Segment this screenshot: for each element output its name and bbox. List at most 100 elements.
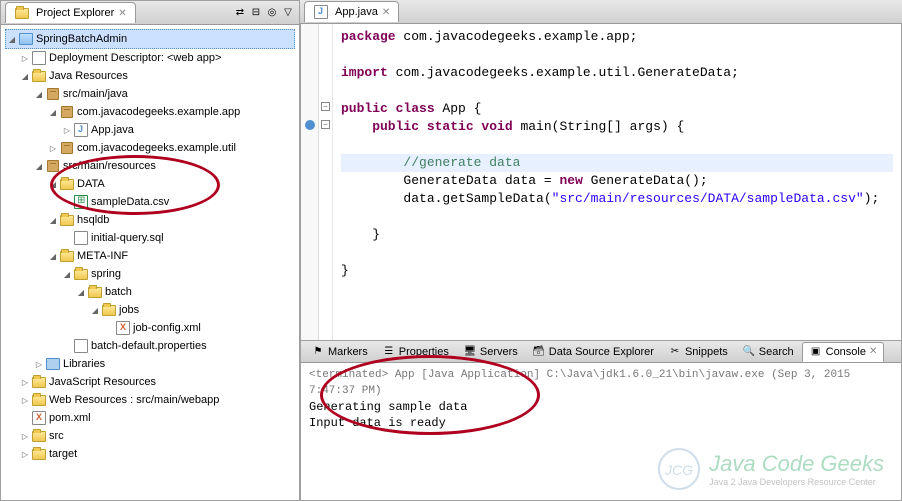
code-editor[interactable]: − − package com.javacodegeeks.example.ap… xyxy=(300,24,902,341)
descriptor-icon xyxy=(31,50,47,66)
tree-web-resources[interactable]: ▷Web Resources : src/main/webapp xyxy=(5,391,295,409)
folder-icon xyxy=(59,176,75,192)
tree-java-resources[interactable]: ◢Java Resources xyxy=(5,67,295,85)
expand-toggle-icon[interactable]: ◢ xyxy=(75,286,87,298)
tree-package-util[interactable]: ▷com.javacodegeeks.example.util xyxy=(5,139,295,157)
tab-search[interactable]: 🔍Search xyxy=(736,343,800,361)
xml-file-icon xyxy=(115,320,131,336)
expand-toggle-icon[interactable]: ◢ xyxy=(47,250,59,262)
console-output[interactable]: <terminated> App [Java Application] C:\J… xyxy=(301,363,901,500)
expand-toggle-icon[interactable]: ◢ xyxy=(33,88,45,100)
tree-js-resources[interactable]: ▷JavaScript Resources xyxy=(5,373,295,391)
expand-toggle-icon[interactable]: ▷ xyxy=(19,430,31,442)
folder-icon xyxy=(59,212,75,228)
tab-console[interactable]: ▣Console ✕ xyxy=(802,342,885,362)
tree-folder-batch[interactable]: ◢batch xyxy=(5,283,295,301)
explorer-tab-bar: Project Explorer ✕ ⇄ ⊟ ◎ ▽ xyxy=(1,1,299,25)
source-folder-icon xyxy=(45,86,61,102)
tree-src-main-resources[interactable]: ◢src/main/resources xyxy=(5,157,295,175)
close-icon[interactable]: ✕ xyxy=(382,7,390,18)
properties-icon: ☰ xyxy=(382,345,396,359)
focus-icon[interactable]: ◎ xyxy=(265,6,279,20)
fold-toggle-icon[interactable]: − xyxy=(321,102,330,111)
tree-file-batch-default[interactable]: batch-default.properties xyxy=(5,337,295,355)
tree-project-root[interactable]: ◢SpringBatchAdmin xyxy=(5,29,295,49)
editor-gutter xyxy=(301,24,319,340)
fold-toggle-icon[interactable]: − xyxy=(321,120,330,129)
tab-markers[interactable]: ⚑Markers xyxy=(305,343,374,361)
tree-file-pom[interactable]: pom.xml xyxy=(5,409,295,427)
expand-toggle-icon[interactable]: ◢ xyxy=(61,268,73,280)
java-file-icon xyxy=(313,4,329,20)
breakpoint-marker-icon[interactable] xyxy=(305,120,315,130)
expand-toggle-icon[interactable]: ◢ xyxy=(47,178,59,190)
tree-package-app[interactable]: ◢com.javacodegeeks.example.app xyxy=(5,103,295,121)
search-icon: 🔍 xyxy=(742,345,756,359)
tree-file-app-java[interactable]: ▷App.java xyxy=(5,121,295,139)
folder-icon xyxy=(101,302,117,318)
js-resources-icon xyxy=(31,374,47,390)
expand-toggle-icon[interactable]: ◢ xyxy=(6,33,18,45)
library-icon xyxy=(45,356,61,372)
tree-file-initial-query[interactable]: initial-query.sql xyxy=(5,229,295,247)
expand-toggle-icon[interactable]: ▷ xyxy=(47,142,59,154)
folder-icon xyxy=(59,248,75,264)
expand-toggle-icon[interactable]: ◢ xyxy=(47,106,59,118)
editor-tab-app-java[interactable]: App.java ✕ xyxy=(304,1,399,22)
dse-icon: 🗃 xyxy=(532,345,546,359)
expand-toggle-icon[interactable]: ▷ xyxy=(61,124,73,136)
tree-file-jobconfig[interactable]: job-config.xml xyxy=(5,319,295,337)
link-editor-icon[interactable]: ⊟ xyxy=(249,6,263,20)
project-tree: ◢SpringBatchAdmin ▷Deployment Descriptor… xyxy=(1,25,299,500)
tree-file-sampledata[interactable]: sampleData.csv xyxy=(5,193,295,211)
tree-libraries[interactable]: ▷Libraries xyxy=(5,355,295,373)
tree-folder-metainf[interactable]: ◢META-INF xyxy=(5,247,295,265)
package-icon xyxy=(59,104,75,120)
expand-toggle-icon[interactable]: ▷ xyxy=(19,52,31,64)
console-icon: ▣ xyxy=(809,345,823,359)
expand-toggle-icon[interactable]: ▷ xyxy=(33,358,45,370)
console-line: Generating sample data xyxy=(309,399,893,415)
csv-file-icon xyxy=(73,194,89,210)
collapse-all-icon[interactable]: ⇄ xyxy=(233,6,247,20)
sql-file-icon xyxy=(73,230,89,246)
tab-snippets[interactable]: ✂Snippets xyxy=(662,343,734,361)
editor-tab-label: App.java xyxy=(335,6,378,18)
tree-folder-data[interactable]: ◢DATA xyxy=(5,175,295,193)
code-content[interactable]: package com.javacodegeeks.example.app; i… xyxy=(333,24,901,340)
expand-toggle-icon[interactable]: ▷ xyxy=(19,394,31,406)
bottom-tab-bar: ⚑Markers ☰Properties 🖥Servers 🗃Data Sour… xyxy=(301,341,901,363)
tree-folder-target[interactable]: ▷target xyxy=(5,445,295,463)
view-menu-icon[interactable]: ▽ xyxy=(281,6,295,20)
web-resources-icon xyxy=(31,392,47,408)
folder-icon xyxy=(87,284,103,300)
tree-folder-jobs[interactable]: ◢jobs xyxy=(5,301,295,319)
properties-file-icon xyxy=(73,338,89,354)
expand-toggle-icon[interactable]: ◢ xyxy=(47,214,59,226)
tree-deployment-descriptor[interactable]: ▷Deployment Descriptor: <web app> xyxy=(5,49,295,67)
expand-toggle-icon[interactable]: ◢ xyxy=(19,70,31,82)
project-explorer-tab[interactable]: Project Explorer ✕ xyxy=(5,2,136,23)
markers-icon: ⚑ xyxy=(311,345,325,359)
tab-data-source-explorer[interactable]: 🗃Data Source Explorer xyxy=(526,343,660,361)
expand-toggle-icon[interactable]: ▷ xyxy=(19,376,31,388)
explorer-tab-label: Project Explorer xyxy=(36,7,114,19)
close-icon[interactable]: ✕ xyxy=(869,346,877,357)
tree-folder-hsqldb[interactable]: ◢hsqldb xyxy=(5,211,295,229)
package-icon xyxy=(59,140,75,156)
tab-servers[interactable]: 🖥Servers xyxy=(457,343,524,361)
pom-file-icon xyxy=(31,410,47,426)
editor-tab-bar: App.java ✕ xyxy=(300,0,902,24)
navigator-icon xyxy=(14,5,30,21)
expand-toggle-icon[interactable]: ◢ xyxy=(33,160,45,172)
tree-folder-src[interactable]: ▷src xyxy=(5,427,295,445)
expand-toggle-icon[interactable]: ◢ xyxy=(89,304,101,316)
tab-properties[interactable]: ☰Properties xyxy=(376,343,455,361)
source-folder-icon xyxy=(45,158,61,174)
folder-icon xyxy=(73,266,89,282)
expand-toggle-icon[interactable]: ▷ xyxy=(19,448,31,460)
close-icon[interactable]: ✕ xyxy=(118,8,126,19)
tree-src-main-java[interactable]: ◢src/main/java xyxy=(5,85,295,103)
project-icon xyxy=(18,31,34,47)
tree-folder-spring[interactable]: ◢spring xyxy=(5,265,295,283)
